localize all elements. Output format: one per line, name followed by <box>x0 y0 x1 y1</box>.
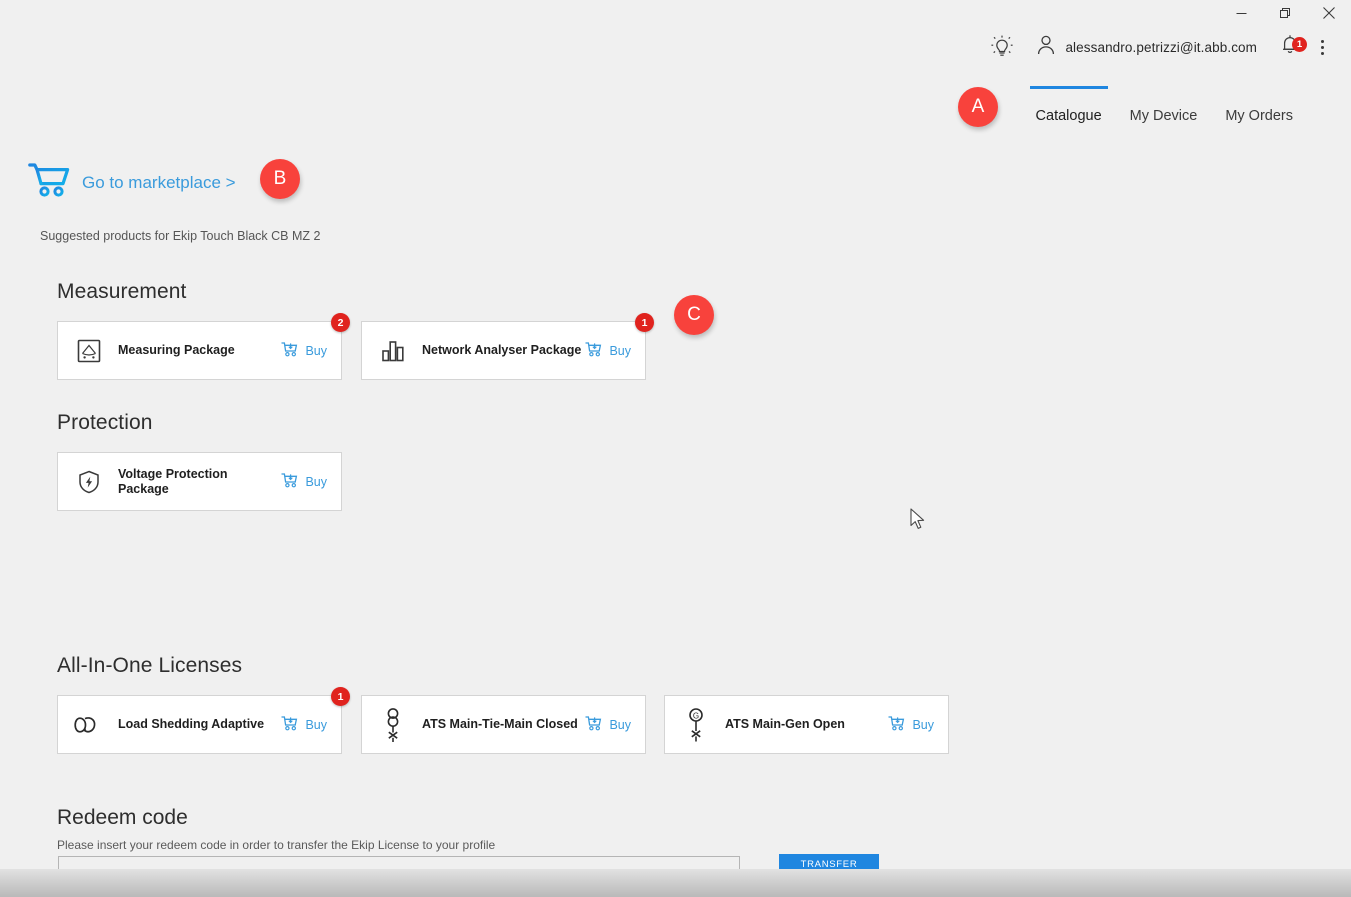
buy-label: Buy <box>305 718 327 732</box>
window-controls <box>1219 0 1351 26</box>
buy-button[interactable]: Buy <box>585 715 631 735</box>
more-vertical-icon[interactable] <box>1307 40 1337 55</box>
user-icon <box>1036 34 1056 60</box>
tab-catalogue-label: Catalogue <box>1036 108 1102 124</box>
section-title-protection: Protection <box>57 411 153 435</box>
tab-my-orders[interactable]: My Orders <box>1211 86 1307 130</box>
card-count-badge: 1 <box>331 687 350 706</box>
kebab-dot <box>1321 46 1324 49</box>
user-email-label: alessandro.petrizzi@it.abb.com <box>1065 40 1257 55</box>
svg-text:G: G <box>693 711 699 720</box>
cart-download-icon <box>281 341 299 361</box>
tab-catalogue[interactable]: Catalogue <box>1022 86 1116 130</box>
buy-label: Buy <box>912 718 934 732</box>
status-bar <box>0 869 1351 897</box>
card-label: Load Shedding Adaptive <box>118 717 281 732</box>
suggested-products-text: Suggested products for Ekip Touch Black … <box>40 229 320 243</box>
go-to-marketplace-link[interactable]: Go to marketplace > <box>28 162 236 203</box>
buy-label: Buy <box>609 344 631 358</box>
bar-chart-icon <box>378 336 408 366</box>
kebab-dot <box>1321 40 1324 43</box>
restore-button[interactable] <box>1263 0 1307 26</box>
section-title-measurement: Measurement <box>57 280 187 304</box>
buy-button[interactable]: Buy <box>585 341 631 361</box>
shield-bolt-icon <box>74 467 104 497</box>
account-bar: alessandro.petrizzi@it.abb.com 1 <box>0 26 1351 68</box>
title-bar <box>0 0 1351 26</box>
card-label: ATS Main-Gen Open <box>725 717 888 732</box>
app-window: alessandro.petrizzi@it.abb.com 1 Catalog… <box>0 0 1351 897</box>
card-load-shedding-adaptive[interactable]: Load Shedding Adaptive Buy 1 <box>57 695 342 754</box>
notification-count-badge: 1 <box>1292 37 1307 52</box>
cart-download-icon <box>281 715 299 735</box>
tab-my-device-label: My Device <box>1130 108 1198 124</box>
lightbulb-icon[interactable] <box>980 35 1024 59</box>
redeem-code-subtitle: Please insert your redeem code in order … <box>57 838 495 852</box>
card-measuring-package[interactable]: Measuring Package Buy 2 <box>57 321 342 380</box>
shopping-cart-icon <box>28 162 70 203</box>
card-label: Voltage Protection Package <box>118 467 281 496</box>
notifications-button[interactable]: 1 <box>1273 34 1307 60</box>
user-account[interactable]: alessandro.petrizzi@it.abb.com <box>1036 34 1257 60</box>
card-ats-main-gen-open[interactable]: G ATS Main-Gen Open <box>664 695 949 754</box>
card-count-badge: 2 <box>331 313 350 332</box>
card-label: Measuring Package <box>118 343 281 358</box>
card-label: ATS Main-Tie-Main Closed <box>422 717 585 732</box>
section-title-all-in-one-licenses: All-In-One Licenses <box>57 654 242 678</box>
close-button[interactable] <box>1307 0 1351 26</box>
buy-label: Buy <box>305 344 327 358</box>
cart-download-icon <box>281 472 299 492</box>
buy-label: Buy <box>305 475 327 489</box>
tab-my-device[interactable]: My Device <box>1116 86 1212 130</box>
buy-button[interactable]: Buy <box>281 715 327 735</box>
buy-button[interactable]: Buy <box>281 341 327 361</box>
tab-active-underline <box>1030 86 1108 89</box>
cart-download-icon <box>585 715 603 735</box>
callout-badge-a: A <box>958 87 998 127</box>
ats-main-gen-icon: G <box>681 710 711 740</box>
minimize-button[interactable] <box>1219 0 1263 26</box>
kebab-dot <box>1321 52 1324 55</box>
tab-my-orders-label: My Orders <box>1225 108 1293 124</box>
card-label: Network Analyser Package <box>422 343 585 358</box>
buy-button[interactable]: Buy <box>281 472 327 492</box>
card-voltage-protection-package[interactable]: Voltage Protection Package Buy <box>57 452 342 511</box>
infinity-loop-icon <box>74 710 104 740</box>
redeem-code-title: Redeem code <box>57 806 188 830</box>
buy-button[interactable]: Buy <box>888 715 934 735</box>
cart-download-icon <box>585 341 603 361</box>
cart-download-icon <box>888 715 906 735</box>
ats-main-tie-main-icon <box>378 710 408 740</box>
buy-label: Buy <box>609 718 631 732</box>
callout-badge-b: B <box>260 159 300 199</box>
card-ats-main-tie-main-closed[interactable]: ATS Main-Tie-Main Closed Buy <box>361 695 646 754</box>
callout-badge-c: C <box>674 295 714 335</box>
card-network-analyser-package[interactable]: Network Analyser Package Buy 1 <box>361 321 646 380</box>
analog-meter-icon <box>74 336 104 366</box>
marketplace-link-label: Go to marketplace > <box>82 173 236 193</box>
mouse-cursor <box>910 508 928 537</box>
main-tabs: Catalogue My Device My Orders <box>1022 86 1307 130</box>
card-count-badge: 1 <box>635 313 654 332</box>
